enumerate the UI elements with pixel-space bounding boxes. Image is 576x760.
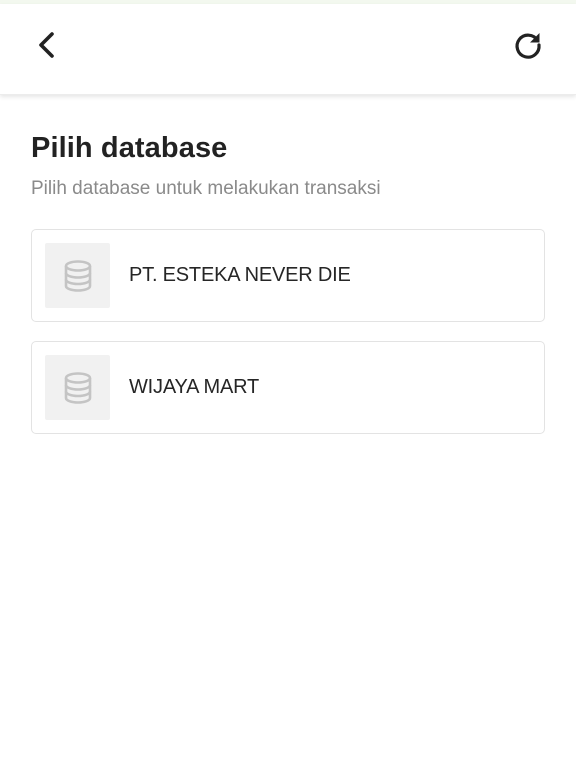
database-item[interactable]: PT. ESTEKA NEVER DIE — [31, 229, 545, 322]
refresh-button[interactable] — [506, 23, 550, 67]
database-list: PT. ESTEKA NEVER DIE WIJAYA MART — [31, 229, 545, 453]
database-item[interactable]: WIJAYA MART — [31, 341, 545, 434]
page-subtitle: Pilih database untuk melakukan transaksi — [31, 178, 381, 199]
page-title: Pilih database — [31, 132, 228, 164]
database-thumbnail — [45, 355, 110, 420]
database-name: WIJAYA MART — [129, 376, 260, 398]
chevron-left-icon — [39, 32, 54, 58]
refresh-icon — [515, 33, 541, 59]
back-button[interactable] — [25, 23, 69, 67]
database-icon — [64, 259, 91, 292]
database-icon — [64, 371, 91, 404]
database-thumbnail — [45, 243, 110, 308]
app-bar — [0, 4, 576, 95]
page-header: Pilih database Pilih database untuk mela… — [31, 128, 545, 202]
database-name: PT. ESTEKA NEVER DIE — [129, 264, 351, 286]
